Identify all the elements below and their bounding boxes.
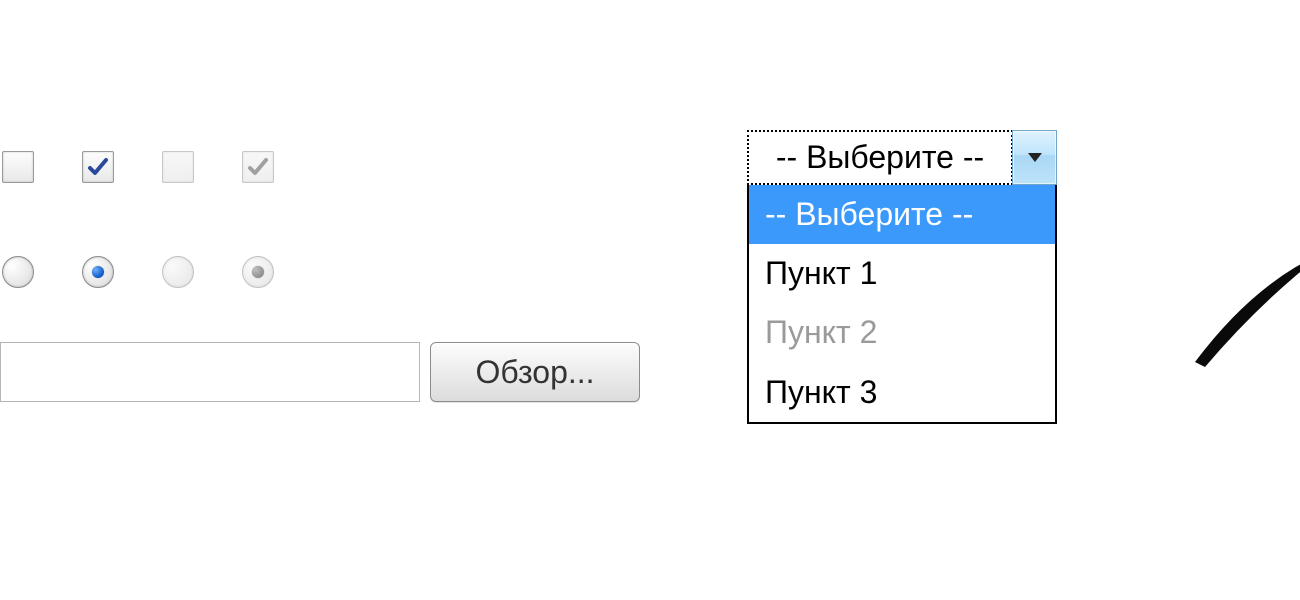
decorative-swoosh-icon bbox=[1165, 242, 1300, 402]
checkbox-3-disabled bbox=[162, 151, 194, 183]
checkbox-1[interactable] bbox=[2, 151, 34, 183]
select-option-placeholder[interactable]: -- Выберите -- bbox=[749, 185, 1055, 244]
radio-2-selected[interactable] bbox=[82, 256, 114, 288]
radio-3-disabled bbox=[162, 256, 194, 288]
checkmark-icon bbox=[246, 155, 270, 179]
select-display: -- Выберите -- bbox=[747, 130, 1013, 185]
checkbox-2-checked[interactable] bbox=[82, 151, 114, 183]
radio-dot-icon bbox=[92, 266, 104, 278]
select-option-1[interactable]: Пункт 1 bbox=[749, 244, 1055, 303]
browse-button[interactable]: Обзор... bbox=[430, 342, 640, 402]
chevron-down-icon[interactable] bbox=[1012, 130, 1057, 185]
triangle-down-icon bbox=[1028, 153, 1042, 162]
select-head[interactable]: -- Выберите -- bbox=[747, 130, 1057, 185]
select-listbox[interactable]: -- Выберите -- Пункт 1 Пункт 2 Пункт 3 bbox=[747, 185, 1057, 424]
radio-dot-icon bbox=[252, 266, 264, 278]
radio-1[interactable] bbox=[2, 256, 34, 288]
radio-4-disabled-selected bbox=[242, 256, 274, 288]
select-option-2-disabled: Пункт 2 bbox=[749, 303, 1055, 362]
file-path-input[interactable] bbox=[0, 342, 420, 402]
checkmark-icon bbox=[86, 155, 110, 179]
checkbox-4-disabled-checked bbox=[242, 151, 274, 183]
select-option-3[interactable]: Пункт 3 bbox=[749, 363, 1055, 422]
select-choose[interactable]: -- Выберите -- -- Выберите -- Пункт 1 Пу… bbox=[747, 130, 1057, 424]
